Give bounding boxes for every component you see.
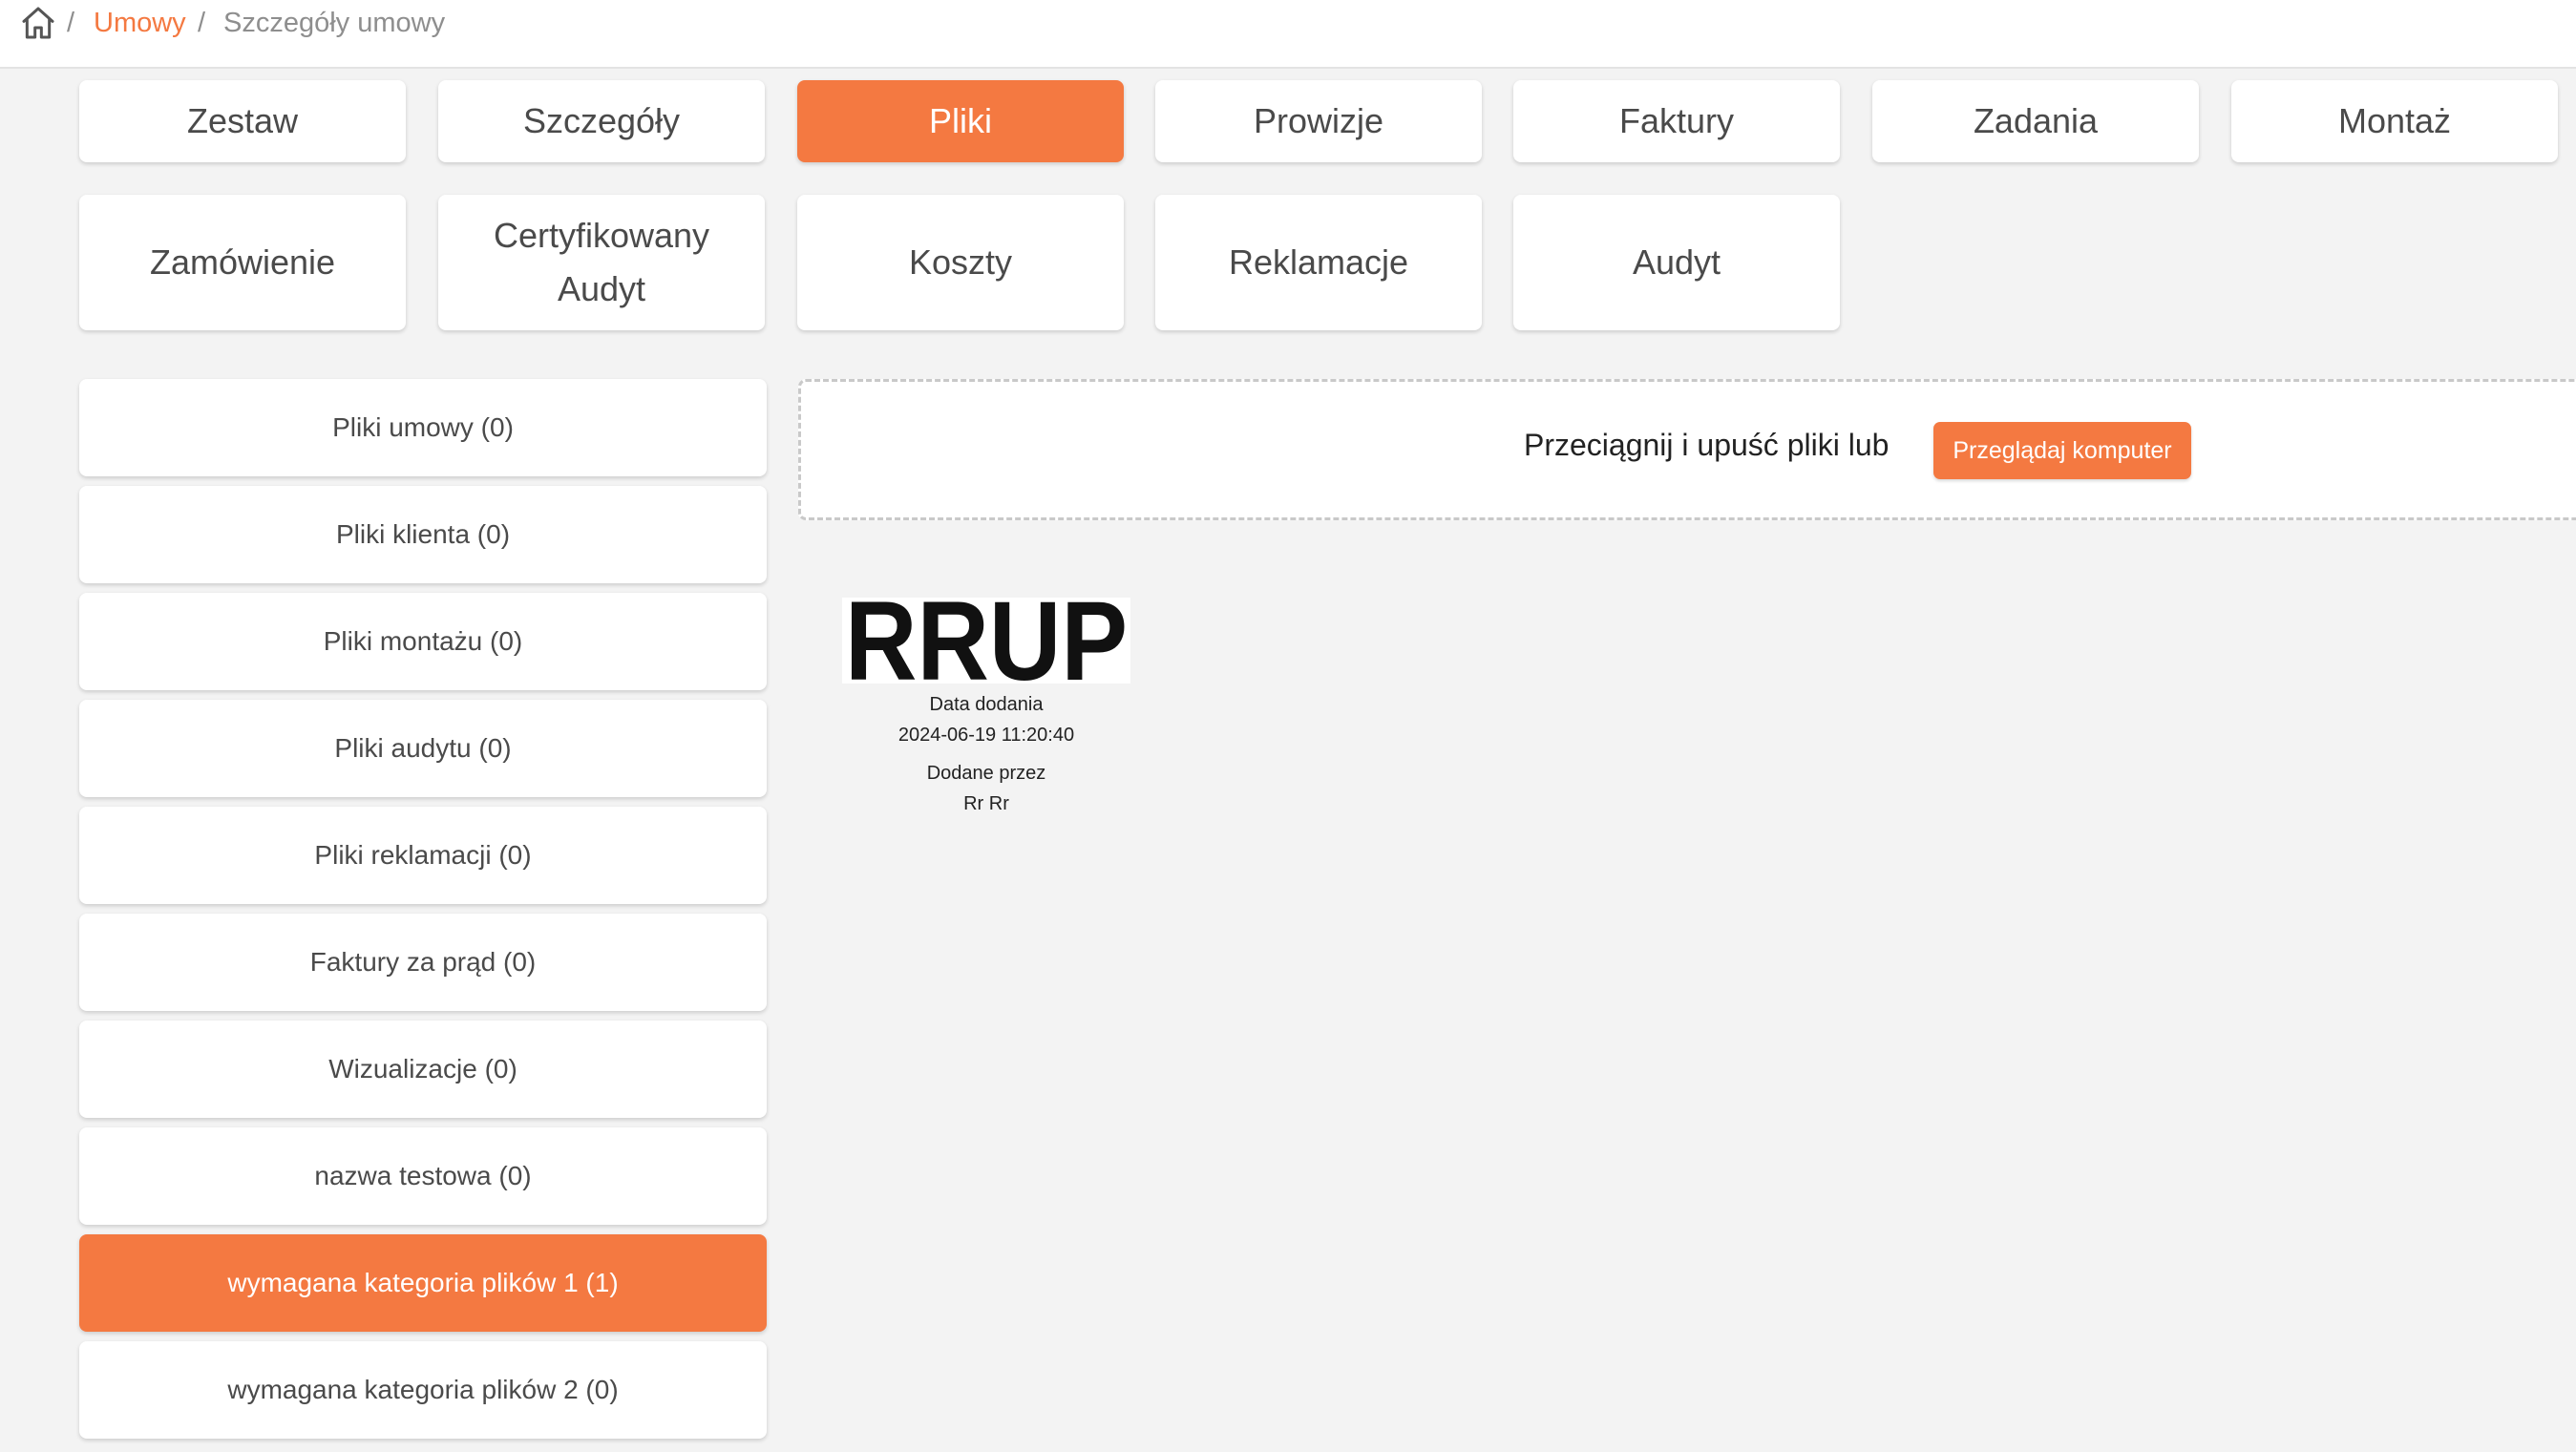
category-faktury-za-prad[interactable]: Faktury za prąd (0) bbox=[79, 914, 767, 1011]
category-pliki-audytu[interactable]: Pliki audytu (0) bbox=[79, 700, 767, 797]
file-logo-text: RRUP bbox=[845, 598, 1128, 684]
category-wymagana-2[interactable]: wymagana kategoria plików 2 (0) bbox=[79, 1341, 767, 1439]
file-author-label: Dodane przez bbox=[926, 763, 1046, 784]
tab-zadania[interactable]: Zadania bbox=[1872, 80, 2199, 162]
category-pliki-klienta[interactable]: Pliki klienta (0) bbox=[79, 486, 767, 583]
tab-montaz[interactable]: Montaż bbox=[2231, 80, 2558, 162]
tab-pliki[interactable]: Pliki bbox=[797, 80, 1124, 162]
tab-zestaw[interactable]: Zestaw bbox=[79, 80, 406, 162]
file-thumbnail[interactable]: RRUP bbox=[842, 598, 1130, 684]
tab-certyfikowany-audyt[interactable]: Certyfikowany Audyt bbox=[438, 195, 765, 330]
tab-zamowienie[interactable]: Zamówienie bbox=[79, 195, 406, 330]
category-pliki-reklamacji[interactable]: Pliki reklamacji (0) bbox=[79, 807, 767, 904]
category-wymagana-1[interactable]: wymagana kategoria plików 1 (1) bbox=[79, 1234, 767, 1332]
file-author-value: Rr Rr bbox=[963, 793, 1009, 814]
file-date-label: Data dodania bbox=[929, 694, 1044, 715]
tab-szczegoly[interactable]: Szczegóły bbox=[438, 80, 765, 162]
tab-koszty[interactable]: Koszty bbox=[797, 195, 1124, 330]
breadcrumb-link-umowy[interactable]: Umowy bbox=[94, 6, 186, 40]
browse-computer-button[interactable]: Przeglądaj komputer bbox=[1933, 422, 2191, 479]
tab-reklamacje[interactable]: Reklamacje bbox=[1155, 195, 1482, 330]
dropzone-text: Przeciągnij i upuść pliki lub bbox=[1524, 428, 1890, 462]
category-pliki-umowy[interactable]: Pliki umowy (0) bbox=[79, 379, 767, 476]
breadcrumb-current: Szczegóły umowy bbox=[223, 8, 446, 38]
tab-faktury[interactable]: Faktury bbox=[1513, 80, 1840, 162]
category-nazwa-testowa[interactable]: nazwa testowa (0) bbox=[79, 1127, 767, 1225]
category-wizualizacje[interactable]: Wizualizacje (0) bbox=[79, 1021, 767, 1118]
tab-prowizje[interactable]: Prowizje bbox=[1155, 80, 1482, 162]
home-icon[interactable] bbox=[19, 4, 57, 42]
breadcrumb-separator: / bbox=[67, 8, 75, 38]
file-date-value: 2024-06-19 11:20:40 bbox=[897, 725, 1075, 746]
category-pliki-montazu[interactable]: Pliki montażu (0) bbox=[79, 593, 767, 690]
breadcrumb-bar: / Umowy / Szczegóły umowy bbox=[0, 0, 2576, 69]
tab-audyt[interactable]: Audyt bbox=[1513, 195, 1840, 330]
breadcrumb-separator: / bbox=[198, 8, 206, 38]
